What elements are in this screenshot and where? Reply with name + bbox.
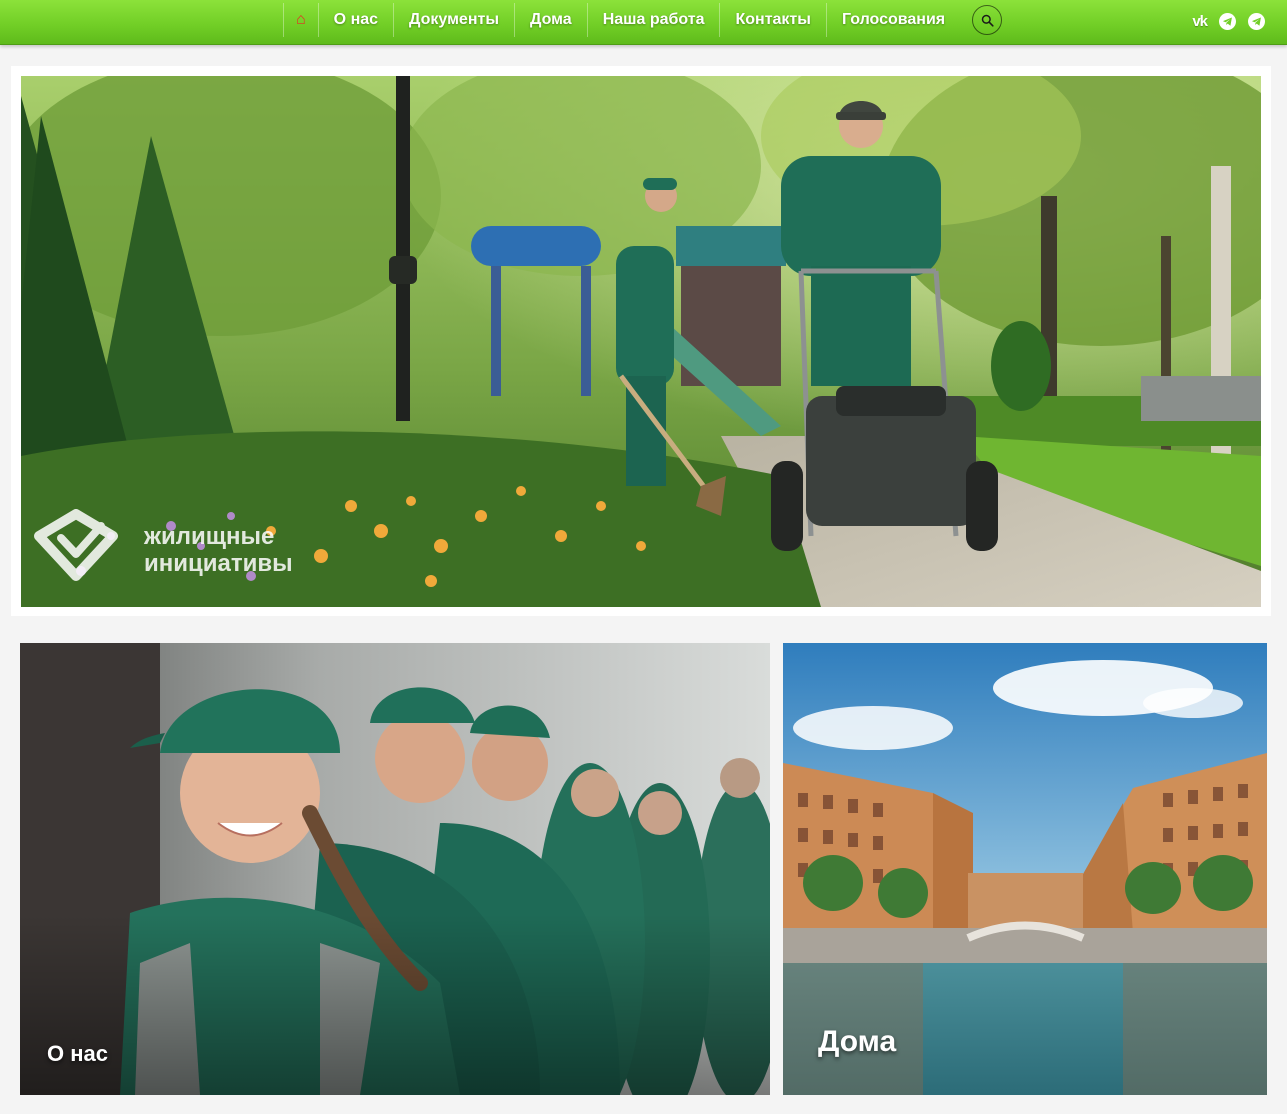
hero-image: жилищные инициативы	[21, 76, 1261, 607]
paper-plane-icon	[1251, 16, 1261, 26]
telegram-icon[interactable]	[1219, 12, 1236, 30]
vk-icon[interactable]: vk	[1192, 13, 1208, 30]
social-links: vk	[1192, 10, 1265, 32]
nav-item-about[interactable]: О нас	[317, 3, 393, 37]
nav-item-documents[interactable]: Документы	[393, 3, 514, 37]
paper-plane-icon	[1222, 16, 1232, 26]
top-navigation-bar: ⌂ О нас Документы Дома Наша работа Конта…	[0, 0, 1287, 45]
nav-home-link[interactable]: ⌂	[283, 3, 318, 37]
telegram-icon[interactable]	[1248, 12, 1265, 30]
hero-logo-line2: инициативы	[144, 550, 293, 577]
team-photo	[20, 643, 770, 1095]
hero-banner[interactable]: жилищные инициативы	[21, 76, 1261, 607]
about-card-label: О нас	[47, 1041, 108, 1066]
about-card[interactable]: О нас	[20, 643, 770, 1095]
nav-item-votes[interactable]: Голосования	[825, 3, 960, 37]
hero-logo-line1: жилищные	[143, 523, 274, 550]
nav-item-homes[interactable]: Дома	[514, 3, 587, 37]
search-button[interactable]	[972, 5, 1003, 35]
search-icon	[981, 14, 994, 27]
homes-card-label: Дома	[818, 1025, 897, 1058]
nav-item-our-work[interactable]: Наша работа	[586, 3, 720, 37]
hero-banner-frame: жилищные инициативы	[11, 66, 1271, 616]
home-icon: ⌂	[296, 11, 306, 28]
main-menu: ⌂ О нас Документы Дома Наша работа Конта…	[283, 3, 1003, 37]
homes-card[interactable]: Дома	[783, 643, 1267, 1095]
nav-item-contacts[interactable]: Контакты	[719, 3, 825, 37]
